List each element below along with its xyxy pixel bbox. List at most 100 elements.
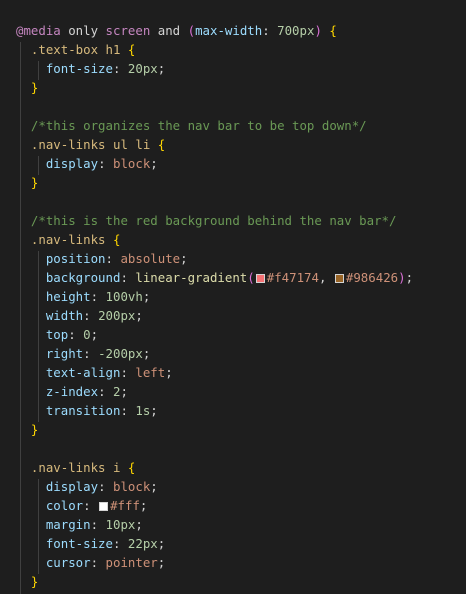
- code-token: :: [83, 346, 99, 361]
- code-token: block: [112, 479, 151, 494]
- code-token: :: [83, 308, 99, 323]
- code-line: background: linear-gradient(#f47174, #98…: [16, 268, 413, 287]
- code-line: top: 0;: [16, 325, 98, 344]
- color-swatch[interactable]: [99, 502, 109, 511]
- code-token: :: [105, 251, 121, 266]
- code-token: .nav-links ul li: [30, 137, 151, 152]
- code-line: font-size: 22px;: [16, 534, 165, 553]
- code-token: and: [150, 23, 188, 38]
- code-token: height: [45, 289, 91, 304]
- code-token: #fff: [110, 498, 140, 513]
- code-token: position: [45, 251, 106, 266]
- color-swatch[interactable]: [255, 274, 265, 283]
- code-line: text-align: left;: [16, 363, 173, 382]
- code-token: right: [45, 346, 84, 361]
- code-line: /*this is the red background behind the …: [16, 211, 397, 230]
- code-token: .nav-links i: [30, 460, 121, 475]
- code-token: #f47174: [266, 270, 319, 285]
- code-token: 22px: [127, 536, 158, 551]
- code-token: ;: [150, 156, 158, 171]
- code-token: {: [127, 460, 136, 475]
- code-token: z-index: [45, 384, 99, 399]
- code-token: 200px: [98, 308, 136, 323]
- code-line: }: [16, 572, 38, 591]
- code-token: ,: [318, 270, 334, 285]
- code-token: :: [68, 327, 84, 342]
- code-token: :: [90, 517, 106, 532]
- code-token: -200px: [98, 346, 143, 361]
- code-token: width: [45, 308, 84, 323]
- code-token: (: [187, 23, 196, 38]
- code-token: {: [113, 232, 121, 247]
- color-swatch[interactable]: [334, 274, 344, 283]
- code-token: block: [112, 156, 151, 171]
- code-token: :: [98, 384, 113, 399]
- code-token: ;: [180, 251, 188, 266]
- code-token: display: [45, 479, 99, 494]
- code-token: 0: [83, 327, 91, 342]
- code-token: }: [30, 574, 39, 589]
- code-line: font-size: 20px;: [16, 59, 165, 78]
- code-token: }: [30, 80, 39, 95]
- code-token: :: [90, 289, 106, 304]
- code-line: }: [16, 420, 38, 439]
- code-token: ;: [165, 365, 173, 380]
- code-line: z-index: 2;: [16, 382, 128, 401]
- code-token: :: [120, 403, 136, 418]
- code-token: ;: [135, 308, 143, 323]
- code-line: transition: 1s;: [16, 401, 158, 420]
- code-token: :: [262, 23, 278, 38]
- code-line: .text-box h1 {: [16, 40, 135, 59]
- code-token: ;: [157, 61, 166, 76]
- code-token: absolute: [120, 251, 181, 266]
- code-token: :: [83, 498, 99, 513]
- code-token: {: [157, 137, 166, 152]
- code-token: left: [135, 365, 166, 380]
- code-token: ;: [135, 517, 143, 532]
- code-editor[interactable]: @media only screen and (max-width: 700px…: [0, 0, 466, 594]
- code-token: margin: [45, 517, 91, 532]
- code-token: transition: [45, 403, 121, 418]
- code-line: }: [16, 78, 38, 97]
- code-token: ;: [90, 327, 99, 342]
- code-token: ;: [157, 555, 166, 570]
- code-token: :: [120, 365, 136, 380]
- code-token: 700px: [277, 23, 315, 38]
- code-line: .nav-links i {: [16, 458, 135, 477]
- code-token: }: [30, 175, 39, 190]
- code-line: margin: 10px;: [16, 515, 143, 534]
- code-token: ;: [150, 403, 158, 418]
- code-token: :: [112, 536, 128, 551]
- code-token: ;: [150, 479, 158, 494]
- code-token: ;: [120, 384, 128, 399]
- code-token: @media: [16, 23, 61, 38]
- code-token: :: [98, 156, 113, 171]
- code-token: background: [45, 270, 121, 285]
- code-token: text-align: [45, 365, 121, 380]
- code-token: 1s: [135, 403, 151, 418]
- code-token: {: [329, 23, 337, 38]
- code-token: cursor: [45, 555, 91, 570]
- code-token: screen: [105, 23, 151, 38]
- code-token: top: [45, 327, 69, 342]
- code-token: ): [398, 270, 406, 285]
- code-token: ;: [157, 536, 166, 551]
- code-line: position: absolute;: [16, 249, 188, 268]
- code-line: @media only screen and (max-width: 700px…: [16, 21, 337, 40]
